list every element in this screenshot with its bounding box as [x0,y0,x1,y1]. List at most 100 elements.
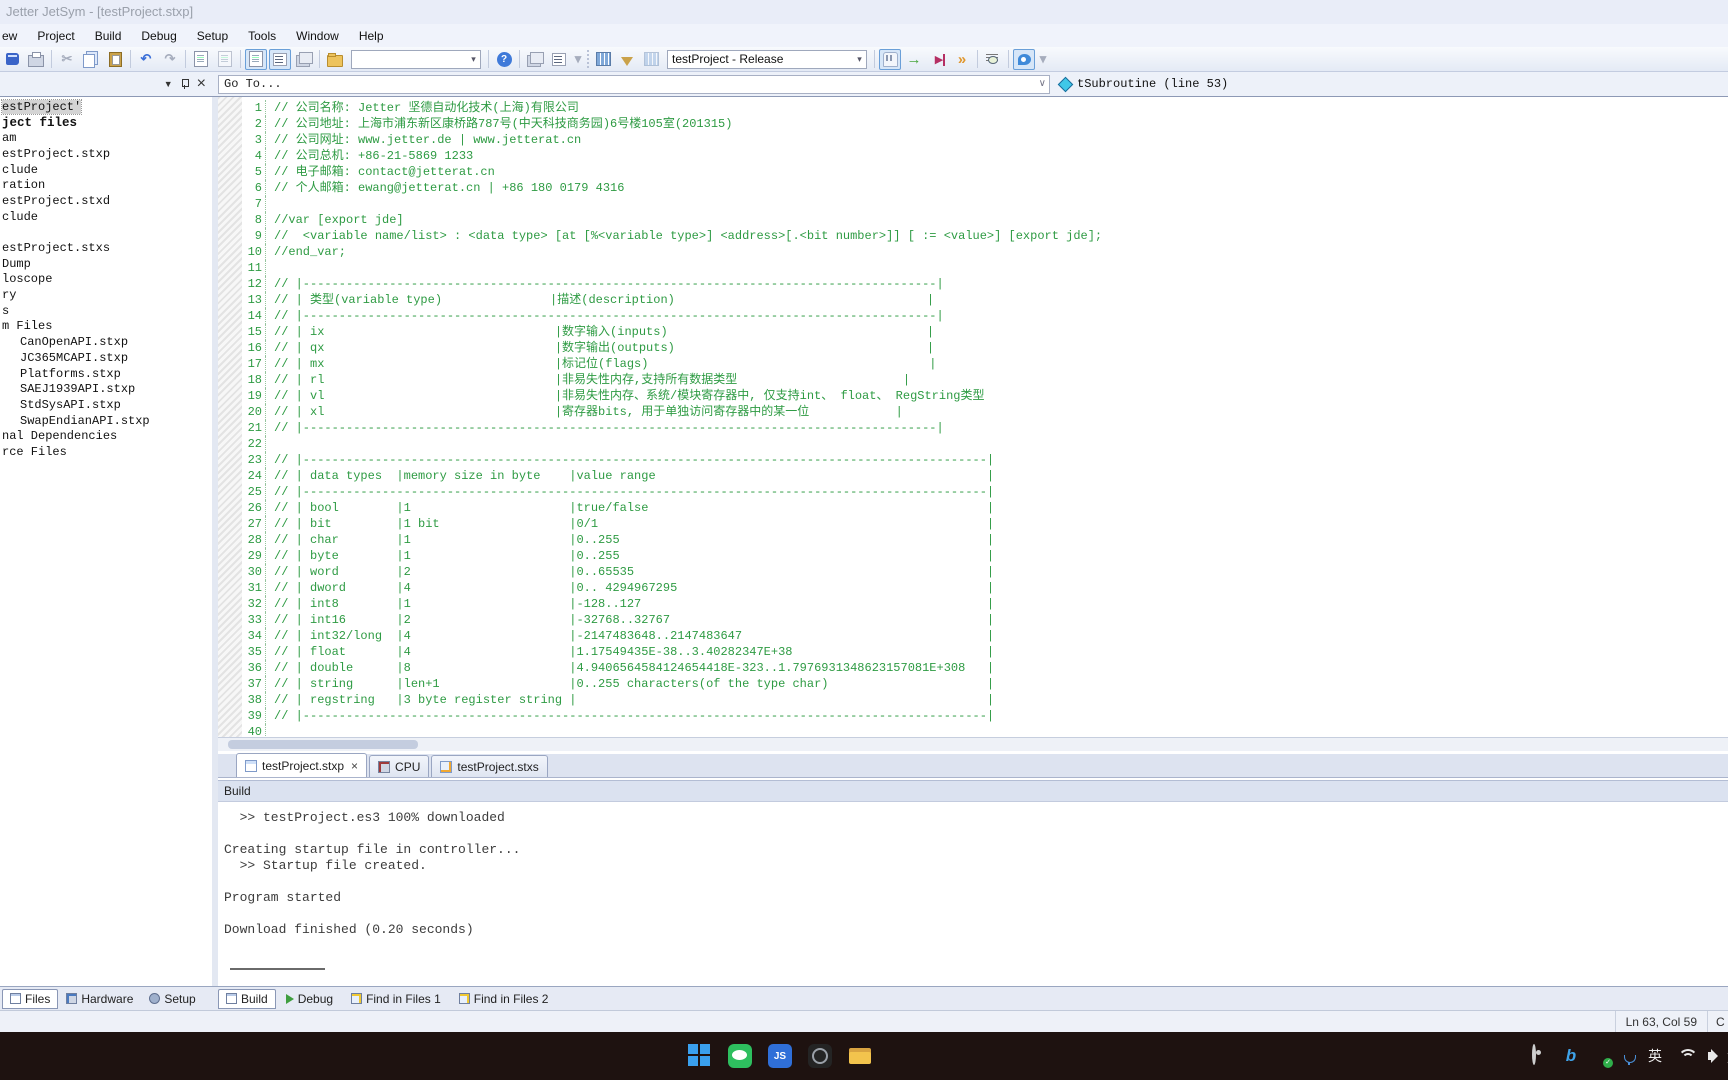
wifi-icon[interactable] [1677,1046,1698,1066]
function-combobox[interactable]: tSubroutine (line 53) [1050,76,1728,92]
editor-hscrollbar[interactable] [218,737,1728,751]
toolbar-overflow-button-2[interactable]: ▾ [1037,49,1049,70]
hscrollbar-thumb[interactable] [228,740,418,749]
toolbar-overflow-button[interactable]: ▾ [572,49,584,70]
tree-item[interactable]: s [0,303,212,319]
tree-item[interactable]: clude [0,162,212,178]
code-line[interactable]: 22 [218,436,1728,452]
code-line[interactable]: 7 [218,196,1728,212]
window-cascade-button[interactable] [524,49,546,70]
monitor-toggle-button[interactable] [879,48,901,70]
tree-item[interactable]: m Files [0,319,212,335]
code-line[interactable]: 17 // | mx |标记位(flags) | [218,356,1728,372]
panel-tab-debug[interactable]: Debug [278,989,341,1009]
speaker-icon[interactable] [1706,1046,1726,1066]
ime-language-indicator[interactable]: 英 [1648,1046,1668,1066]
code-line[interactable]: 12 // |----------------------------------… [218,276,1728,292]
watch-button[interactable] [982,49,1004,70]
code-line[interactable]: 36 // | double |8 |4.9406564584124654418E… [218,660,1728,676]
build-config-combobox[interactable]: testProject - Release ▾ [667,49,867,69]
code-line[interactable]: 9 // <variable name/list> : <data type> [… [218,228,1728,244]
tree-item[interactable]: Platforms.stxp [0,366,212,382]
code-line[interactable]: 19 // | vl |非易失性内存、系统/模块寄存器中, 仅支持int、 flo… [218,388,1728,404]
panel-tab-find-in-files-1[interactable]: Find in Files 1 [343,989,449,1009]
tree-item[interactable] [0,225,212,241]
code-line[interactable]: 2 // 公司地址: 上海市浦东新区康桥路787号(中天科技商务园)6号楼105室… [218,116,1728,132]
code-line[interactable]: 8 //var [export jde] [218,212,1728,228]
copy-button[interactable] [80,49,102,70]
menu-item-build[interactable]: Build [85,26,132,46]
code-line[interactable]: 3 // 公司网址: www.jetter.de | www.jetterat.c… [218,132,1728,148]
code-line[interactable]: 30 // | word |2 |0..65535 | [218,564,1728,580]
bing-tray-icon[interactable]: b [1561,1046,1581,1066]
code-line[interactable]: 10 //end_var; [218,244,1728,260]
menu-item-ew[interactable]: ew [0,26,27,46]
file-explorer-icon[interactable] [848,1044,872,1068]
tree-item[interactable]: CanOpenAPI.stxp [0,334,212,350]
cascade-windows-button[interactable] [293,49,315,70]
open-file-button[interactable] [324,49,346,70]
panel-tab-find-in-files-2[interactable]: Find in Files 2 [451,989,557,1009]
panel-close-icon[interactable]: × [197,75,206,93]
code-line[interactable]: 16 // | qx |数字输出(outputs) | [218,340,1728,356]
cut-button[interactable]: ✂ [56,49,78,70]
sidebar-tab-setup[interactable]: Setup [141,989,203,1009]
document-tab-testproject.stxp[interactable]: testProject.stxp × [236,753,368,777]
code-line[interactable]: 25 // |----------------------------------… [218,484,1728,500]
help-button[interactable]: ? [493,49,515,70]
code-line[interactable]: 21 // |----------------------------------… [218,420,1728,436]
code-line[interactable]: 6 // 个人邮箱: ewang@jetterat.cn | +86 180 01… [218,180,1728,196]
tree-item[interactable]: SwapEndianAPI.stxp [0,413,212,429]
sidebar-tab-hardware[interactable]: Hardware [58,989,141,1009]
pin-icon[interactable] [181,79,189,89]
comment-search-button[interactable] [1013,48,1035,70]
code-line[interactable]: 40 [218,724,1728,737]
code-line[interactable]: 26 // | bool |1 |true/false | [218,500,1728,516]
undo-button[interactable]: ↶ [135,49,157,70]
code-line[interactable]: 11 [218,260,1728,276]
code-line[interactable]: 13 // | 类型(variable type) |描述(description… [218,292,1728,308]
tree-item[interactable]: StdSysAPI.stxp [0,397,212,413]
jetsym-app-icon[interactable]: JS [768,1044,792,1068]
tree-item[interactable]: nal Dependencies [0,428,212,444]
tree-item[interactable]: estProject' [0,98,212,115]
tree-item[interactable]: JC365MCAPI.stxp [0,350,212,366]
window-tile-button[interactable] [548,49,570,70]
build-output[interactable]: >> testProject.es3 100% downloaded Creati… [218,803,1728,986]
quick-search-combobox[interactable]: ▾ [351,49,481,69]
microphone-icon[interactable] [1619,1046,1639,1066]
step-over-button[interactable]: » [951,49,973,70]
code-line[interactable]: 34 // | int32/long |4 |-2147483648..21474… [218,628,1728,644]
code-line[interactable]: 29 // | byte |1 |0..255 | [218,548,1728,564]
code-line[interactable]: 24 // | data types |memory size in byte |… [218,468,1728,484]
navigate-forward-button[interactable] [214,49,236,70]
menu-item-help[interactable]: Help [349,26,394,46]
project-tree-toggle-button[interactable] [245,48,267,70]
toolbar-drag-handle[interactable] [587,50,589,68]
code-line[interactable]: 37 // | string |len+1 |0..255 characters(… [218,676,1728,692]
menu-item-setup[interactable]: Setup [187,26,238,46]
document-tab-cpu[interactable]: CPU [369,755,430,777]
code-line[interactable]: 15 // | ix |数字输入(inputs) | [218,324,1728,340]
tree-item[interactable]: ry [0,287,212,303]
tree-item[interactable]: ration [0,177,212,193]
code-line[interactable]: 28 // | char |1 |0..255 | [218,532,1728,548]
menu-item-window[interactable]: Window [286,26,349,46]
code-line[interactable]: 35 // | float |4 |1.17549435E-38..3.40282… [218,644,1728,660]
tree-item[interactable]: SAEJ1939API.stxp [0,381,212,397]
goto-combobox[interactable]: Go To... ∨ [218,74,1050,94]
code-line[interactable]: 23 // |----------------------------------… [218,452,1728,468]
code-line[interactable]: 5 // 电子邮箱: contact@jetterat.cn [218,164,1728,180]
start-button[interactable] [688,1044,712,1068]
code-line[interactable]: 33 // | int16 |2 |-32768..32767 | [218,612,1728,628]
code-line[interactable]: 18 // | rl |非易失性内存,支持所有数据类型 | [218,372,1728,388]
new-project-button[interactable] [1,49,23,70]
code-line[interactable]: 31 // | dword |4 |0.. 4294967295 | [218,580,1728,596]
panel-menu-icon[interactable]: ▼ [164,79,173,89]
tree-item[interactable]: estProject.stxd [0,193,212,209]
code-line[interactable]: 14 // |----------------------------------… [218,308,1728,324]
tree-item[interactable]: rce Files [0,444,212,460]
code-line[interactable]: 32 // | int8 |1 |-128..127 | [218,596,1728,612]
menu-item-debug[interactable]: Debug [131,26,186,46]
chat-app-icon[interactable] [728,1044,752,1068]
